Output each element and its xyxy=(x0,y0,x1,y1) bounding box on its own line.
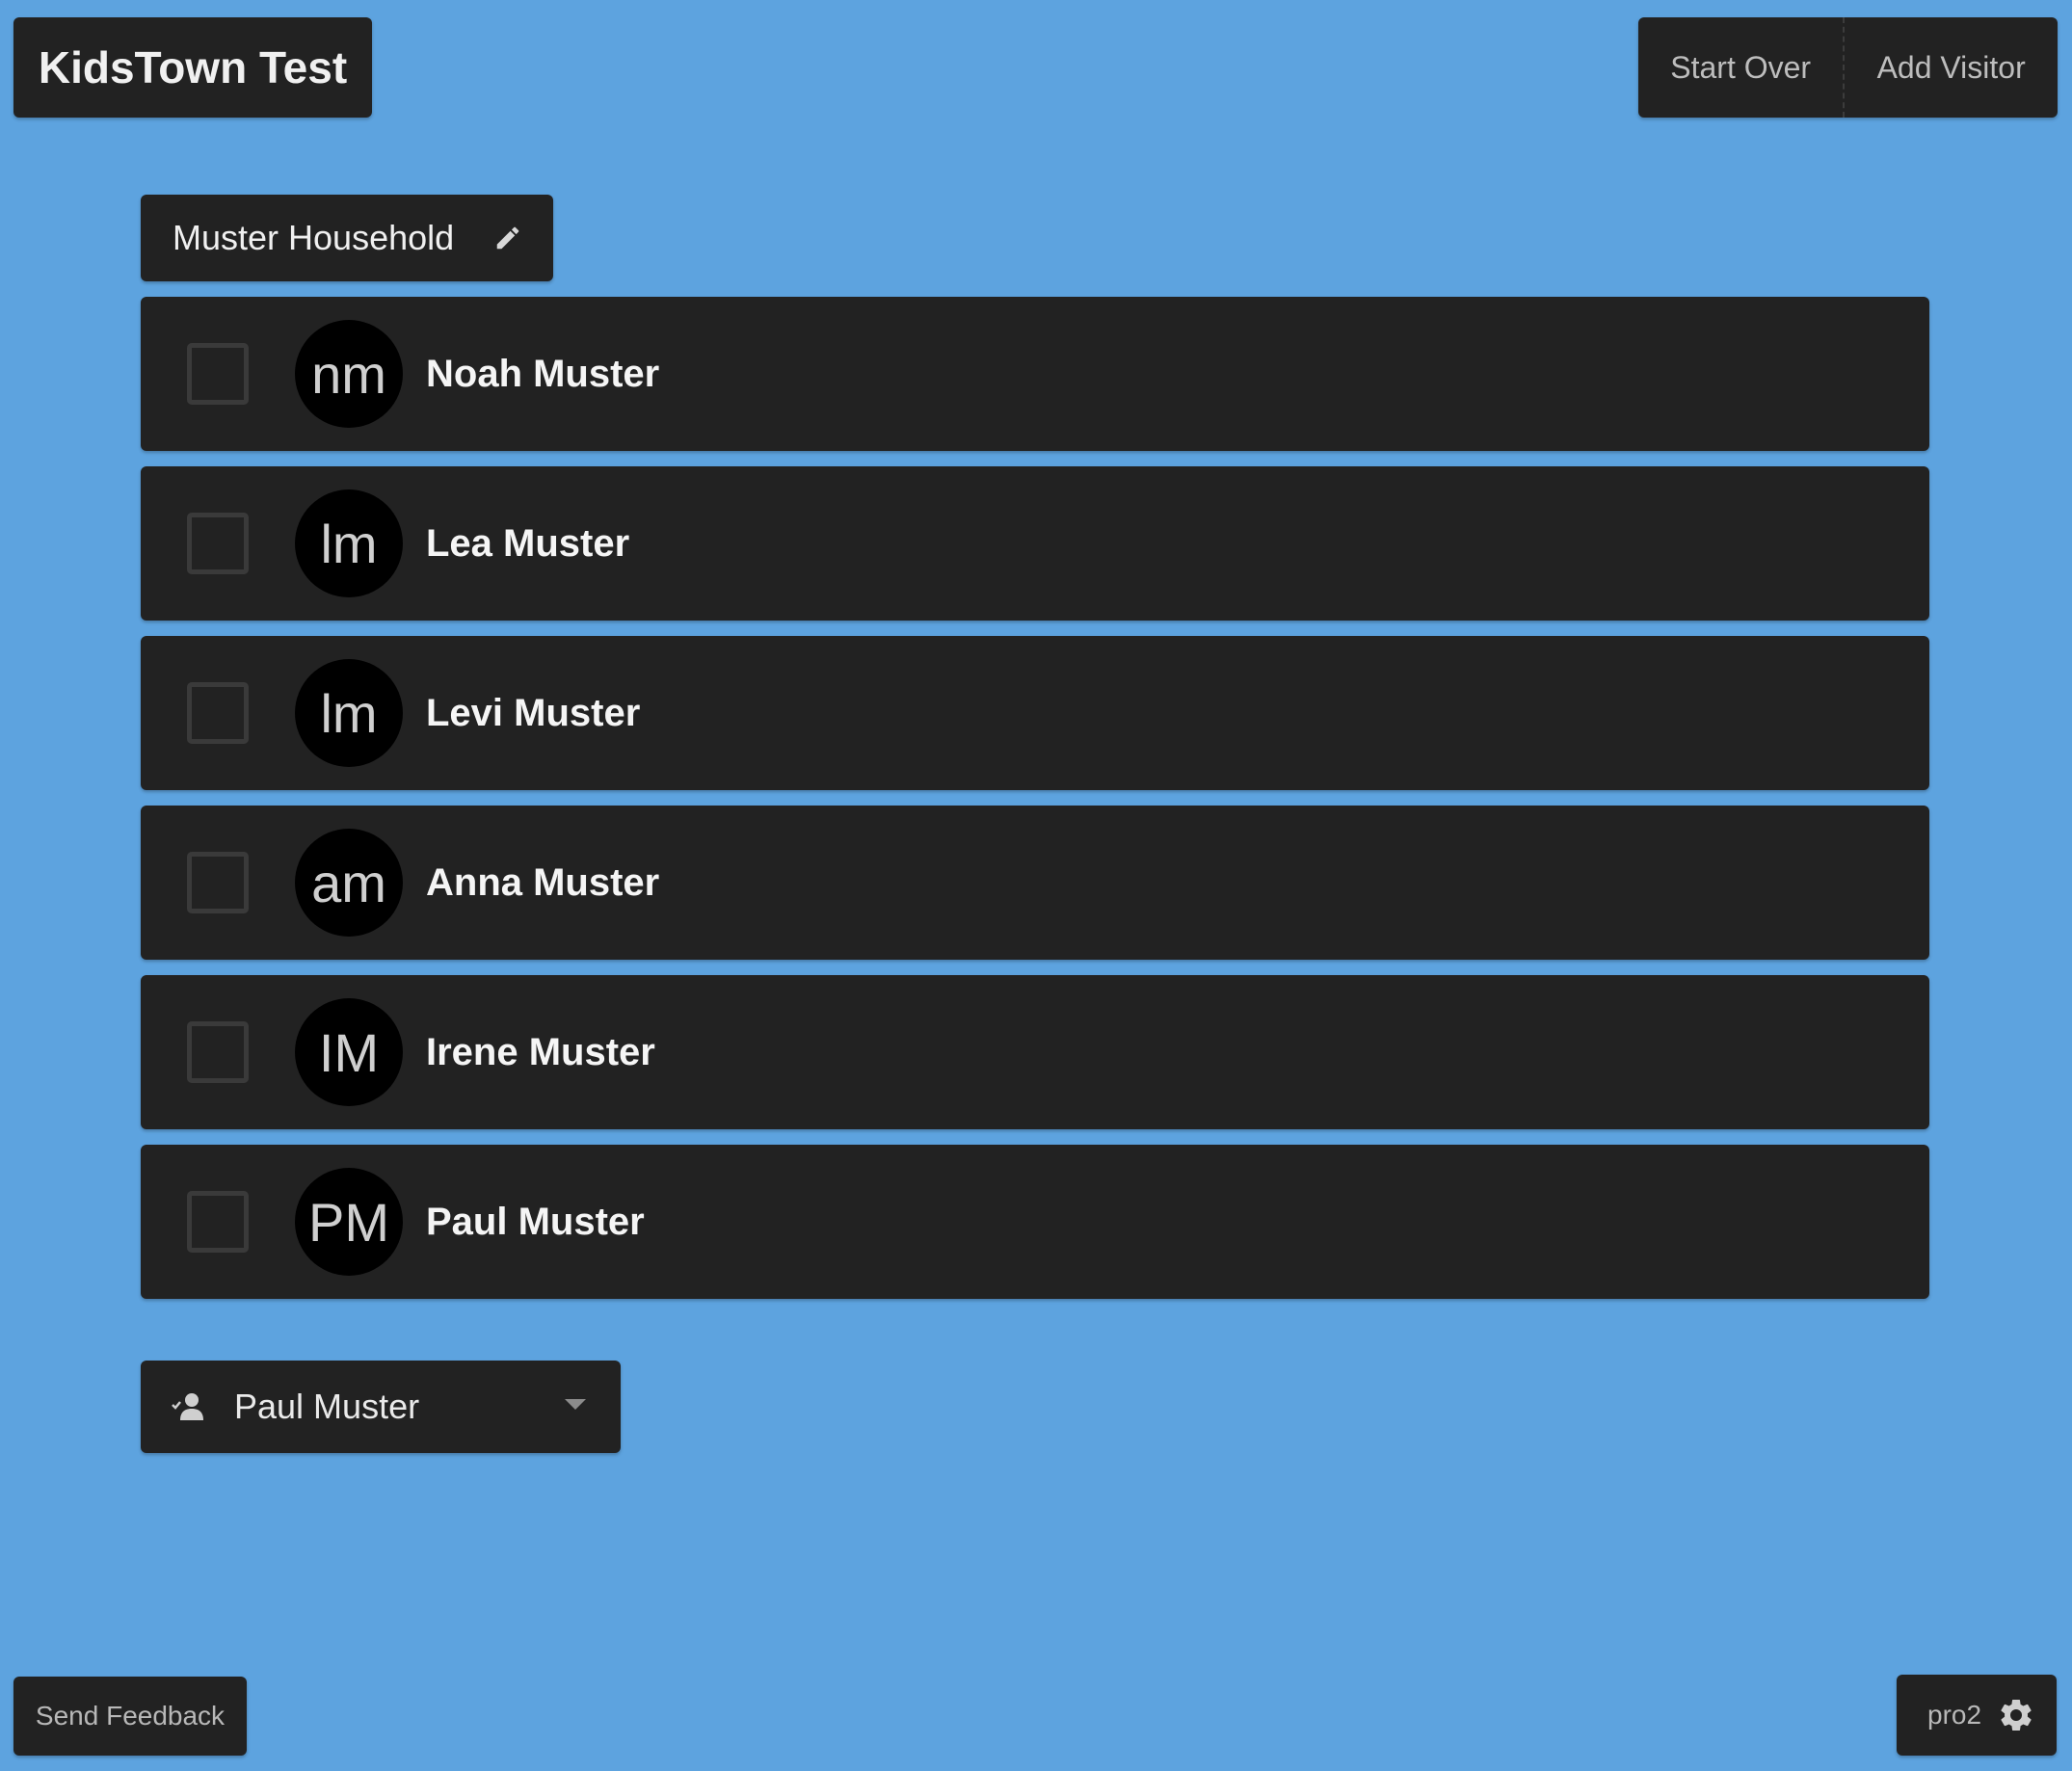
avatar: IM xyxy=(295,998,403,1106)
app-title-box: KidsTown Test xyxy=(13,17,372,118)
household-name: Muster Household xyxy=(173,218,455,257)
person-check-icon xyxy=(172,1391,206,1422)
start-over-button[interactable]: Start Over xyxy=(1638,17,1843,118)
member-row[interactable]: am Anna Muster xyxy=(141,806,1929,960)
member-name: Paul Muster xyxy=(426,1200,645,1243)
gear-icon xyxy=(1997,1696,2035,1734)
member-name: Noah Muster xyxy=(426,352,660,395)
add-visitor-button[interactable]: Add Visitor xyxy=(1845,17,2058,118)
chevron-down-icon xyxy=(565,1399,586,1410)
avatar: am xyxy=(295,829,403,937)
member-checkbox[interactable] xyxy=(187,682,249,744)
member-checkbox[interactable] xyxy=(187,852,249,913)
avatar: nm xyxy=(295,320,403,428)
avatar: lm xyxy=(295,489,403,597)
member-checkbox[interactable] xyxy=(187,513,249,574)
avatar: PM xyxy=(295,1168,403,1276)
app-title: KidsTown Test xyxy=(38,42,348,93)
guardian-select-value: Paul Muster xyxy=(234,1387,420,1426)
member-checkbox[interactable] xyxy=(187,1021,249,1083)
household-tag: Muster Household xyxy=(141,195,553,281)
member-row[interactable]: IM Irene Muster xyxy=(141,975,1929,1129)
member-list: nm Noah Muster lm Lea Muster lm Levi Mus… xyxy=(141,297,1929,1314)
member-row[interactable]: lm Lea Muster xyxy=(141,466,1929,621)
member-checkbox[interactable] xyxy=(187,1191,249,1253)
station-label: pro2 xyxy=(1927,1700,1982,1730)
member-name: Anna Muster xyxy=(426,860,660,904)
member-checkbox[interactable] xyxy=(187,343,249,405)
member-name: Levi Muster xyxy=(426,691,641,734)
send-feedback-button[interactable]: Send Feedback xyxy=(13,1677,247,1756)
member-row[interactable]: lm Levi Muster xyxy=(141,636,1929,790)
member-name: Lea Muster xyxy=(426,521,630,565)
pencil-icon[interactable] xyxy=(491,222,524,254)
settings-button[interactable]: pro2 xyxy=(1897,1675,2057,1756)
member-row[interactable]: nm Noah Muster xyxy=(141,297,1929,451)
top-actions: Start Over Add Visitor xyxy=(1638,17,2058,118)
member-name: Irene Muster xyxy=(426,1030,655,1073)
member-row[interactable]: PM Paul Muster xyxy=(141,1145,1929,1299)
guardian-select[interactable]: Paul Muster xyxy=(141,1361,621,1453)
avatar: lm xyxy=(295,659,403,767)
